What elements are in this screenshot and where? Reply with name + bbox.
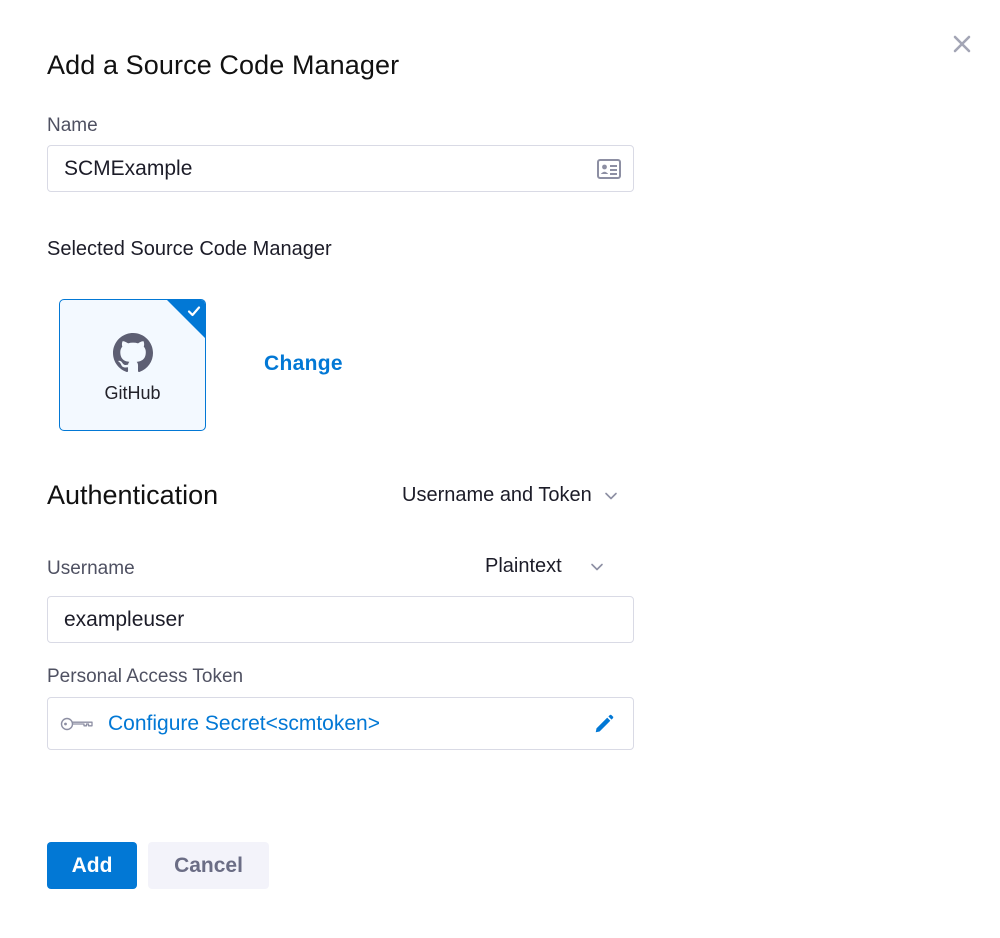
close-icon <box>953 35 971 53</box>
username-type-value: Plaintext <box>485 555 562 577</box>
selected-scm-label: Selected Source Code Manager <box>47 238 332 260</box>
token-label: Personal Access Token <box>47 666 244 687</box>
pencil-icon[interactable] <box>593 713 615 735</box>
chevron-down-icon <box>590 563 603 570</box>
cancel-button[interactable]: Cancel <box>148 842 269 889</box>
key-icon <box>60 717 93 730</box>
name-input-value: SCMExample <box>64 156 193 180</box>
scm-card-label: GitHub <box>104 382 161 403</box>
token-secret-field[interactable]: Configure Secret<scmtoken> <box>47 697 634 750</box>
auth-method-value: Username and Token <box>402 484 592 506</box>
username-input[interactable]: exampleuser <box>47 596 634 643</box>
username-type-dropdown[interactable]: Plaintext <box>485 555 604 578</box>
id-card-icon <box>597 159 621 179</box>
check-icon <box>187 306 201 317</box>
github-icon <box>112 332 153 372</box>
name-input[interactable]: SCMExample <box>47 145 634 192</box>
username-label: Username <box>47 558 135 579</box>
chevron-down-icon <box>604 492 617 499</box>
change-scm-link[interactable]: Change <box>264 352 343 376</box>
dialog-title: Add a Source Code Manager <box>47 50 400 80</box>
scm-card-github[interactable]: GitHub <box>59 299 206 431</box>
configure-secret-link[interactable]: Configure Secret<scmtoken> <box>108 712 593 736</box>
add-button[interactable]: Add <box>47 842 137 889</box>
close-button[interactable] <box>950 32 974 56</box>
authentication-title: Authentication <box>47 480 219 510</box>
username-input-value: exampleuser <box>64 607 185 631</box>
auth-method-dropdown[interactable]: Username and Token <box>402 484 618 507</box>
name-label: Name <box>47 115 98 136</box>
